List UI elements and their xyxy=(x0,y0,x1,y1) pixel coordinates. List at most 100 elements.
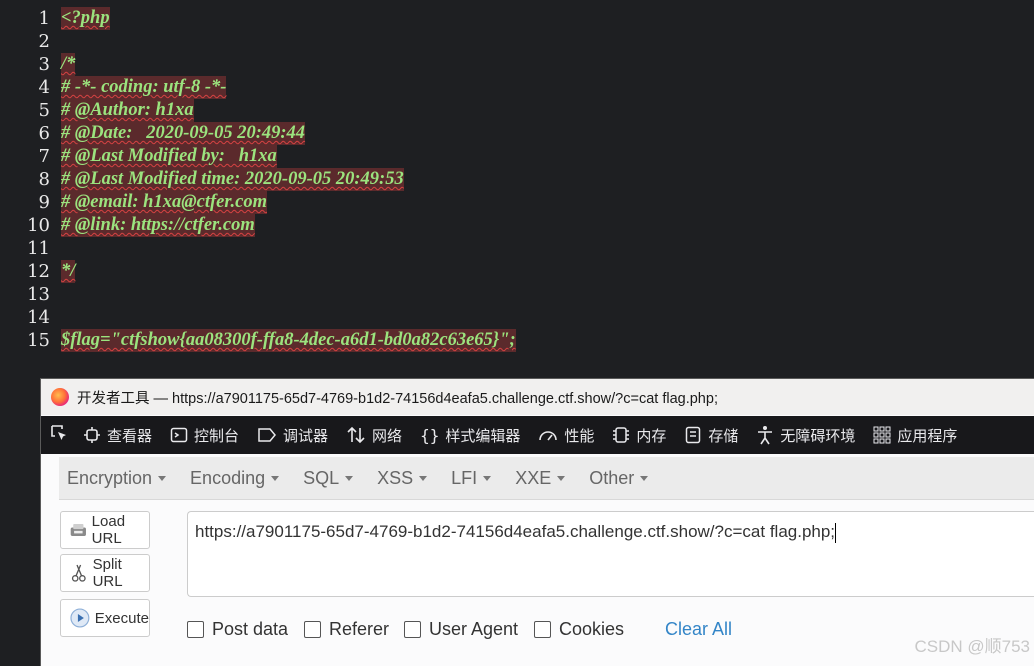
code-text: # @link: https://ctfer.com xyxy=(61,214,255,237)
split-url-button[interactable]: Split URL xyxy=(60,554,150,592)
menu-encoding[interactable]: Encoding xyxy=(190,467,280,489)
play-icon xyxy=(70,608,90,628)
code-line: 10 # @link: https://ctfer.com xyxy=(0,214,1034,237)
line-number: 6 xyxy=(38,123,50,144)
devtools-window: 开发者工具 — https://a7901175-65d7-4769-b1d2-… xyxy=(40,378,1034,666)
clear-all-link[interactable]: Clear All xyxy=(665,619,732,640)
tab-label: 内存 xyxy=(636,427,667,445)
code-line: 13 xyxy=(0,283,1034,306)
line-number: 10 xyxy=(27,215,50,236)
menu-sql[interactable]: SQL xyxy=(303,468,354,489)
application-icon xyxy=(873,426,891,444)
tab-label: 样式编辑器 xyxy=(445,427,521,445)
user-agent-checkbox[interactable]: User Agent xyxy=(404,619,518,640)
code-line: 3 /* xyxy=(0,53,1034,76)
menu-label: Other xyxy=(589,467,635,488)
caret-down-icon xyxy=(483,475,492,481)
source-code-view: 1 <?php 2 3 /* 4 # -*- coding: utf-8 -*- 5 #… xyxy=(0,0,1034,378)
menu-label: Encryption xyxy=(67,467,153,488)
tab-console[interactable]: 控制台 xyxy=(170,425,239,446)
menu-encryption[interactable]: Encryption xyxy=(67,467,167,489)
line-number: 7 xyxy=(38,146,50,167)
code-text: # @Date: 2020-09-05 20:49:44 xyxy=(61,122,306,145)
load-url-icon xyxy=(70,524,86,536)
cookies-checkbox[interactable]: Cookies xyxy=(534,619,624,640)
caret-down-icon xyxy=(345,475,354,481)
devtools-titlebar[interactable]: 开发者工具 — https://a7901175-65d7-4769-b1d2-… xyxy=(41,379,1034,415)
checkbox-label: Post data xyxy=(212,619,289,639)
devtools-toolbar: 查看器 控制台 调试器 网络 {} 样式编辑器 性能 内存 存储 无障碍环境 应… xyxy=(41,416,1034,454)
menu-other[interactable]: Other xyxy=(589,467,649,489)
tab-style-editor[interactable]: {} 样式编辑器 xyxy=(420,425,520,446)
code-text: <?php xyxy=(61,7,110,30)
tab-label: 应用程序 xyxy=(897,427,958,445)
line-number: 3 xyxy=(38,54,50,75)
url-text: https://a7901175-65d7-4769-b1d2-74156d4e… xyxy=(195,522,837,543)
tab-inspector[interactable]: 查看器 xyxy=(83,425,152,446)
tab-storage[interactable]: 存储 xyxy=(684,425,738,446)
code-line: 4 # -*- coding: utf-8 -*- xyxy=(0,76,1034,99)
console-icon xyxy=(170,427,188,443)
url-value: https://a7901175-65d7-4769-b1d2-74156d4e… xyxy=(195,522,836,541)
checkbox-box[interactable] xyxy=(404,621,421,638)
watermark: CSDN @顺753 xyxy=(914,637,1030,656)
network-icon xyxy=(347,426,365,444)
caret-down-icon xyxy=(557,475,566,481)
menu-label: XXE xyxy=(515,467,552,488)
code-line: 2 xyxy=(0,30,1034,53)
code-line: 5 # @Author: h1xa xyxy=(0,99,1034,122)
button-label: Execute xyxy=(94,609,149,627)
performance-icon xyxy=(539,431,558,441)
inspector-icon xyxy=(84,427,100,443)
code-line: 8 # @Last Modified time: 2020-09-05 20:49… xyxy=(0,168,1034,191)
post-data-checkbox[interactable]: Post data xyxy=(187,619,288,640)
menu-label: Encoding xyxy=(190,467,266,488)
button-label: Load URL xyxy=(91,513,126,547)
tab-memory[interactable]: 内存 xyxy=(612,425,666,446)
line-number: 13 xyxy=(27,284,50,305)
line-number: 11 xyxy=(27,238,50,259)
caret-down-icon xyxy=(271,475,280,481)
code-text: # -*- coding: utf-8 -*- xyxy=(61,76,227,99)
code-text: # @Last Modified time: 2020-09-05 20:49:… xyxy=(61,168,404,191)
code-text: # @Last Modified by: h1xa xyxy=(61,145,277,168)
caret-down-icon xyxy=(640,475,649,481)
tab-application[interactable]: 应用程序 xyxy=(873,425,957,446)
line-number: 5 xyxy=(38,100,50,121)
load-url-button[interactable]: Load URL xyxy=(60,511,150,549)
line-number: 8 xyxy=(38,169,50,190)
code-line: 6 # @Date: 2020-09-05 20:49:44 xyxy=(0,122,1034,145)
code-line: 9 # @email: h1xa@ctfer.com xyxy=(0,191,1034,214)
url-input[interactable]: https://a7901175-65d7-4769-b1d2-74156d4e… xyxy=(187,511,1034,597)
tab-label: 无障碍环境 xyxy=(780,427,856,445)
firefox-icon xyxy=(51,388,69,406)
debugger-icon xyxy=(258,428,277,442)
line-number: 9 xyxy=(38,192,50,213)
line-number: 1 xyxy=(38,8,50,29)
referer-checkbox[interactable]: Referer xyxy=(304,619,389,640)
menu-xxe[interactable]: XXE xyxy=(515,467,566,489)
checkbox-box[interactable] xyxy=(187,621,204,638)
code-line: 12 */ xyxy=(0,260,1034,283)
execute-button[interactable]: Execute xyxy=(60,599,150,637)
tab-accessibility[interactable]: 无障碍环境 xyxy=(756,425,855,446)
menu-lfi[interactable]: LFI xyxy=(451,468,492,489)
storage-icon xyxy=(686,426,701,444)
code-line: 15 $flag="ctfshow{aa08300f-ffa8-4dec-a6d1… xyxy=(0,329,1034,352)
checkbox-box[interactable] xyxy=(534,621,551,638)
line-number: 14 xyxy=(27,307,50,328)
code-line: 11 xyxy=(0,237,1034,260)
tab-network[interactable]: 网络 xyxy=(346,425,402,446)
code-text: /* xyxy=(61,53,76,76)
scissors-icon xyxy=(71,564,86,582)
code-line: 14 xyxy=(0,306,1034,329)
menu-xss[interactable]: XSS xyxy=(377,468,428,489)
tab-performance[interactable]: 性能 xyxy=(538,425,594,446)
accessibility-icon xyxy=(758,426,773,445)
checkbox-box[interactable] xyxy=(304,621,321,638)
style-editor-icon: {} xyxy=(420,425,440,445)
tab-label: 性能 xyxy=(564,427,595,445)
code-text: */ xyxy=(61,260,76,283)
element-picker-icon[interactable] xyxy=(49,423,69,448)
tab-debugger[interactable]: 调试器 xyxy=(257,425,328,446)
